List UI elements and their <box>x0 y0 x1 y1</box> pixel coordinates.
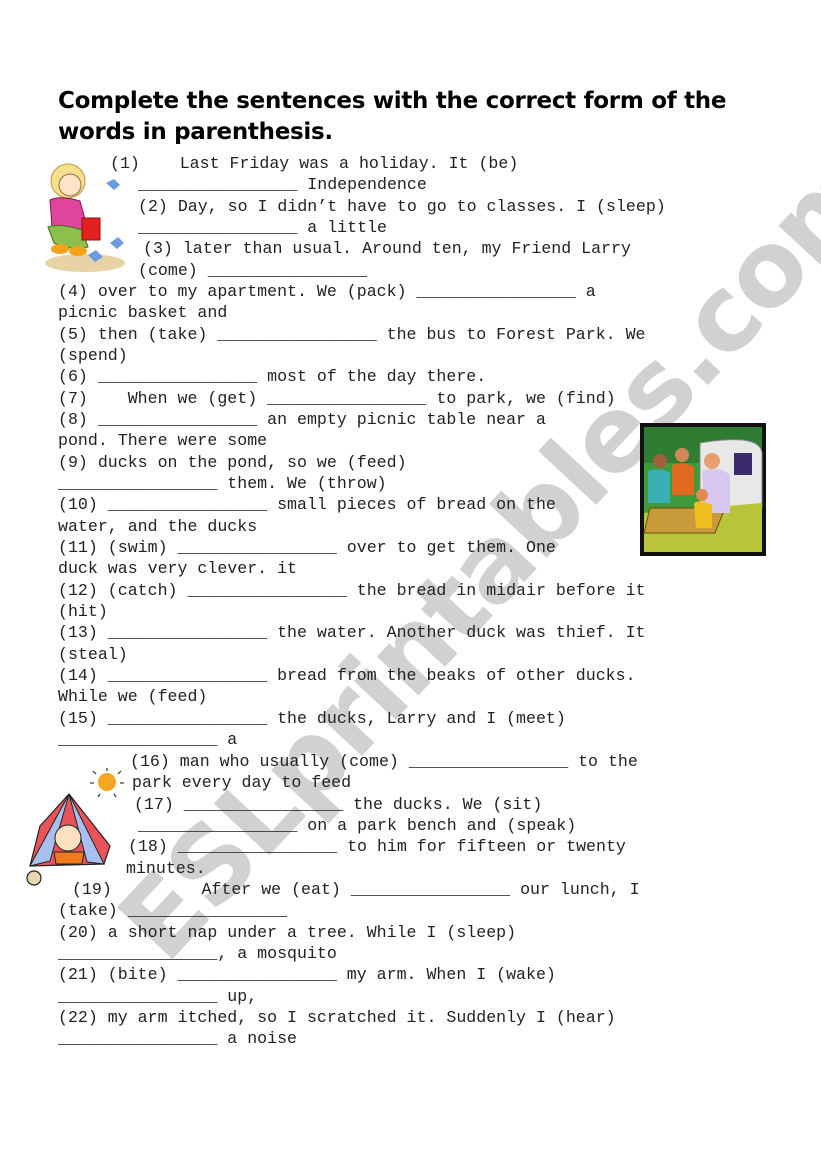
exercise-line: (spend) <box>58 346 128 365</box>
exercise-line: (14) ________________ bread from the bea… <box>58 666 636 685</box>
exercise-line: (20) a short nap under a tree. While I (… <box>58 923 517 942</box>
exercise-line: (19) After we (eat) ________________ our… <box>72 880 640 899</box>
exercise-line: ________________ a little <box>138 218 387 237</box>
exercise-line: ________________ a <box>58 730 238 749</box>
worksheet-content: Complete the sentences with the correct … <box>0 0 821 1169</box>
exercise-line: ________________ Independence <box>138 175 427 194</box>
exercise-line: (hit) <box>58 602 108 621</box>
exercise-line: (18) ________________ to him for fifteen… <box>128 837 626 856</box>
exercise-line: (6) ________________ most of the day the… <box>58 367 487 386</box>
exercise-line: duck was very clever. it <box>58 559 297 578</box>
exercise-line: (17) ________________ the ducks. We (sit… <box>134 795 543 814</box>
exercise-line: ________________ them. We (throw) <box>58 474 387 493</box>
exercise-line: park every day to feed <box>132 773 352 792</box>
exercise-line: (come) ________________ <box>138 261 368 280</box>
exercise-line: (3) later than usual. Around ten, my Fri… <box>143 239 631 258</box>
exercise-line: ________________ a noise <box>58 1029 297 1048</box>
exercise-line: pond. There were some <box>58 431 268 450</box>
exercise-line: (15) ________________ the ducks, Larry a… <box>58 709 566 728</box>
exercise-line: (7) When we (get) ________________ to pa… <box>58 389 616 408</box>
exercise-line: While we (feed) <box>58 687 208 706</box>
exercise-line: minutes. <box>126 859 206 878</box>
instructions-title: Complete the sentences with the correct … <box>58 88 727 145</box>
exercise-line: ________________ on a park bench and (sp… <box>138 816 577 835</box>
exercise-line: (16) man who usually (come) ____________… <box>130 752 638 771</box>
exercise-line: (5) then (take) ________________ the bus… <box>58 325 646 344</box>
exercise-line: (10) ________________ small pieces of br… <box>58 495 556 514</box>
exercise-line: (8) ________________ an empty picnic tab… <box>58 410 546 429</box>
exercise-line: (21) (bite) ________________ my arm. Whe… <box>58 965 556 984</box>
family-picnic-image <box>640 423 766 556</box>
exercise-line: (9) ducks on the pond, so we (feed) <box>58 453 407 472</box>
exercise-line: ________________, a mosquito <box>58 944 337 963</box>
exercise-line: (22) my arm itched, so I scratched it. S… <box>58 1008 616 1027</box>
exercise-line: (2) Day, so I didn’t have to go to class… <box>138 197 666 216</box>
girl-feeding-birds-image <box>45 163 125 272</box>
exercise-line: water, and the ducks <box>58 517 258 536</box>
exercise-line: (11) (swim) ________________ over to get… <box>58 538 556 557</box>
exercise-line: (steal) <box>58 645 128 664</box>
exercise-line: (12) (catch) ________________ the bread … <box>58 581 646 600</box>
exercise-line: ________________ up, <box>58 987 258 1006</box>
worksheet-page: ESLprintables.com Complete the sentences… <box>0 0 821 1169</box>
exercise-line: (13) ________________ the water. Another… <box>58 623 646 642</box>
exercise-line: (1) Last Friday was a holiday. It (be) <box>110 154 519 173</box>
man-in-tent-image <box>26 768 124 886</box>
exercise-line: (take) ________________ <box>58 901 288 920</box>
exercise-line: picnic basket and <box>58 303 228 322</box>
exercise-line: (4) over to my apartment. We (pack) ____… <box>58 282 596 301</box>
